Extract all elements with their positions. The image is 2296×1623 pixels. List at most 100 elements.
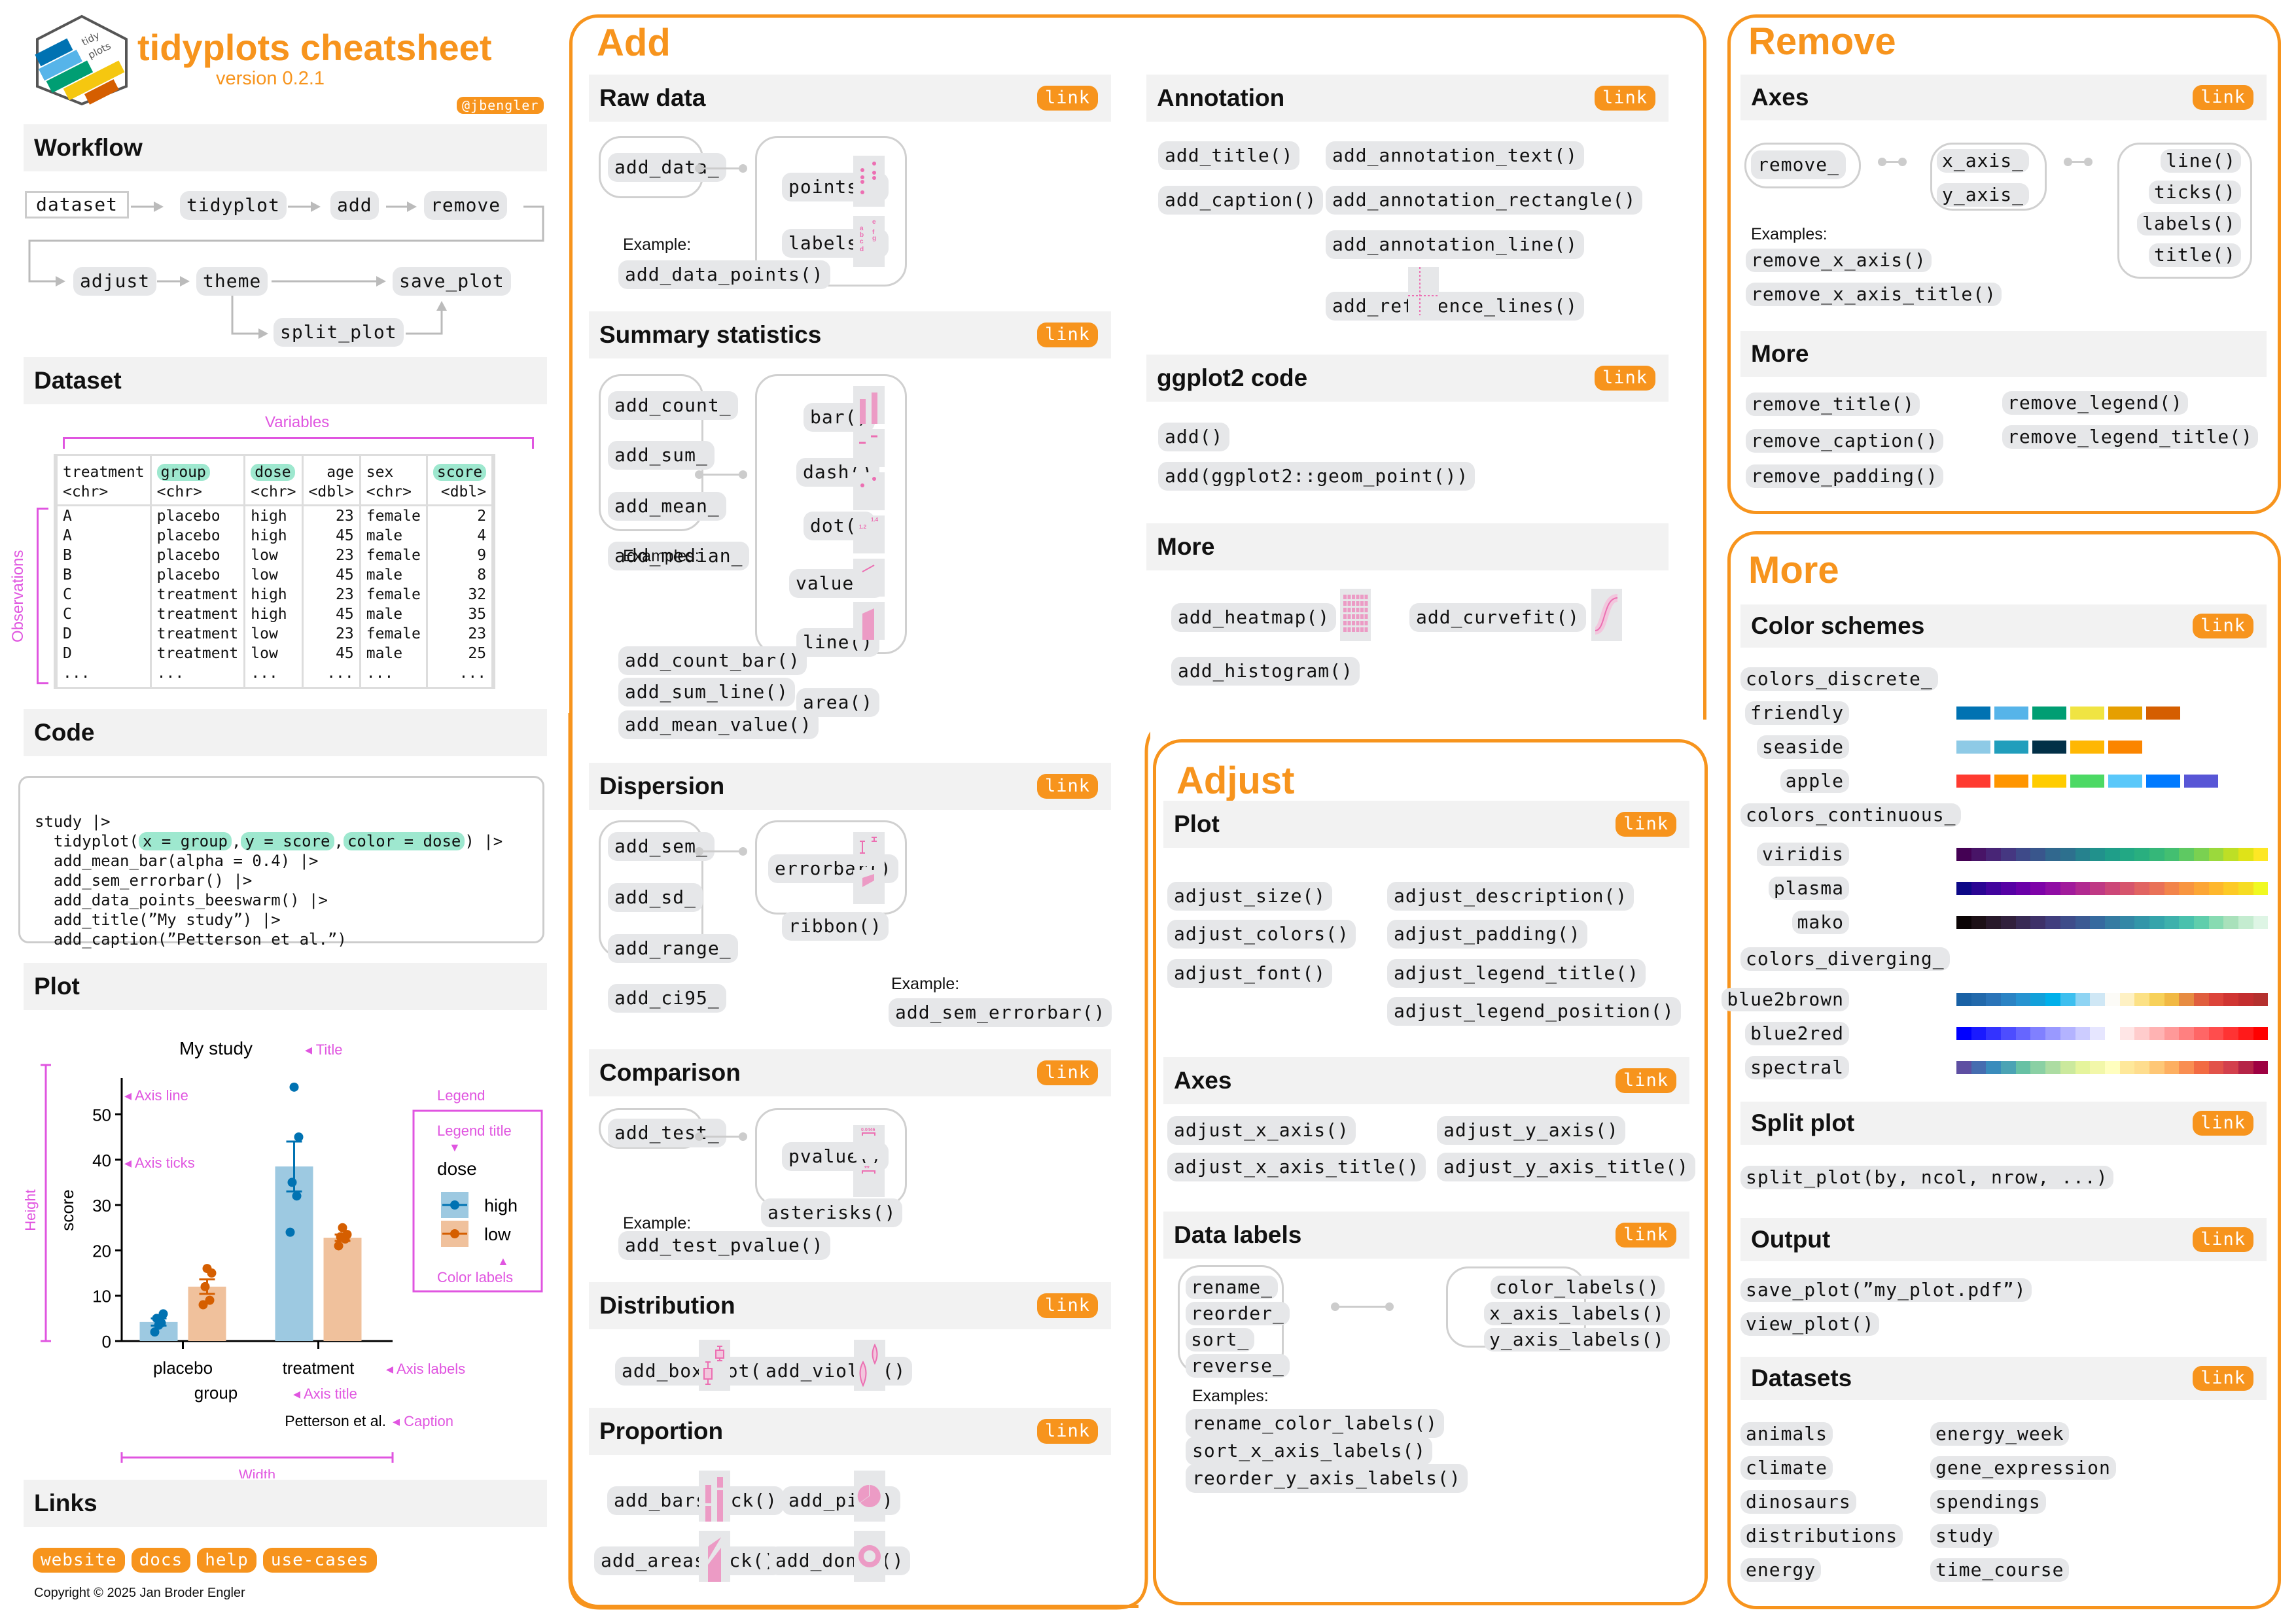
distribution-link[interactable]: link [1036,1293,1098,1318]
adjust-legend-position: adjust_legend_position() [1387,997,1681,1026]
color-swatch [1971,1027,1987,1040]
variables-label: Variables [265,413,330,431]
color-swatch [2164,1061,2180,1074]
prefix-test: add_test_ [608,1119,726,1147]
adjust-axes-link[interactable]: link [1615,1068,1676,1093]
adjust-y-axis-title: adjust_y_axis_title() [1437,1153,1696,1181]
palette-name: apple [1780,769,1849,793]
color-swatch [2208,1027,2224,1040]
color-schemes-link[interactable]: link [2192,614,2253,638]
color-swatch [2045,916,2060,929]
color-swatch [1956,993,1971,1006]
prefix-mean: add_mean_ [608,492,726,521]
example-sort-x-axis-labels: sort_x_axis_labels() [1186,1437,1433,1465]
add-more-header: More [1146,523,1669,570]
links-header: Links [24,1480,547,1527]
color-swatch [2032,707,2066,720]
color-swatch [2001,993,2016,1006]
color-swatch [2238,848,2253,861]
add-donut: add_donut() [769,1546,911,1575]
raw-data-link[interactable]: link [1036,86,1098,111]
svg-text:e: e [872,218,876,226]
color-swatch [2208,848,2224,861]
data-labels-link[interactable]: link [1615,1223,1676,1248]
ggplot2-link[interactable]: link [1594,366,1655,391]
proportion-header: Proportion link [589,1408,1111,1455]
color-swatch [2179,848,2194,861]
svg-text:1.2: 1.2 [859,524,867,530]
link-use-cases[interactable]: use-cases [262,1548,377,1573]
datasets-link[interactable]: link [2192,1366,2253,1391]
color-swatch [2238,916,2253,929]
color-swatch [2223,848,2239,861]
table-cell: treatment [149,644,246,663]
color-swatch [2075,848,2091,861]
code-block: study |> tidyplot(x = group, y = score, co… [18,776,544,949]
color-swatch [2238,1061,2253,1074]
table-cell: ... [301,663,361,687]
value-icon: 1.2 1.4 [853,515,885,553]
color-swatch [2134,882,2149,895]
color-swatch [2070,775,2104,788]
summary-examples-label: Examples: [623,547,699,565]
adjust-plot-link[interactable]: link [1615,812,1676,837]
author-handle[interactable]: @jbengler [457,97,544,114]
dispersion-link[interactable]: link [1036,774,1098,799]
color-swatch [2104,993,2120,1006]
color-swatch [1986,1061,2002,1074]
output-link[interactable]: link [2192,1227,2253,1252]
suffix-ribbon: ribbon() [782,912,889,941]
color-swatch [2119,848,2135,861]
adjust-x-axis-title: adjust_x_axis_title() [1167,1153,1426,1181]
link-help[interactable]: help [197,1548,256,1573]
column-header: treatment [56,456,152,482]
palette-blue2brown [1956,993,2269,1006]
tidyplots-logo-icon: tidy plots [35,14,128,106]
proportion-link[interactable]: link [1036,1419,1098,1444]
prefix-sem: add_sem_ [608,832,715,861]
color-swatch [2030,1027,2046,1040]
summary-link[interactable]: link [1036,323,1098,347]
connector [695,470,747,479]
table-cell: placebo [149,546,246,565]
color-swatch [2070,707,2104,720]
arrow-up-icon: ▲ [497,1255,509,1268]
comparison-link[interactable]: link [1036,1060,1098,1085]
annotation-link[interactable]: link [1594,86,1655,111]
colors-diverging-label: colors_diverging_ [1740,947,1950,971]
adjust-axes-header: Axes link [1163,1057,1689,1104]
split-plot-link[interactable]: link [2192,1111,2253,1136]
pvalue-icon: 0.0446 [853,1125,885,1159]
example-label: Example: [623,236,692,254]
example-remove-x-axis-title: remove_x_axis_title() [1746,283,2002,306]
violin-icon [854,1340,885,1391]
link-docs[interactable]: docs [131,1548,191,1573]
ribbon-icon [853,870,885,904]
pie-icon [854,1471,885,1522]
example-add-mean-value: add_mean_value() [618,710,819,739]
data-point [202,1264,212,1274]
table-row: Aplacebo high 23 female 2 [56,505,494,526]
example-add-count-bar: add_count_bar() [618,646,807,675]
link-website[interactable]: website [33,1548,125,1573]
color-swatch [2119,882,2135,895]
color-swatch [2146,775,2180,788]
prefix-sd: add_sd_ [608,883,703,912]
color-swatch [2001,848,2016,861]
y-tick-label: 40 [92,1151,111,1170]
heatmap-icon [1340,589,1371,641]
color-swatch [2194,1027,2209,1040]
remove-axes-link[interactable]: link [2192,85,2253,110]
color-swatch [2015,848,2031,861]
color-swatch [2149,1061,2164,1074]
table-cell: 9 [425,546,494,565]
color-swatch [2194,993,2209,1006]
prefix-sort: sort_ [1186,1328,1255,1352]
annotation-axis-ticks: ◂ Axis ticks [124,1155,195,1171]
dataset-item: time_course [1930,1558,2070,1582]
color-swatch [2134,916,2149,929]
table-cell: 23 [301,546,361,565]
line-icon [853,559,885,597]
prefix-sum: add_sum_ [608,441,715,470]
annotation-legend-title: Legend title [437,1123,512,1139]
